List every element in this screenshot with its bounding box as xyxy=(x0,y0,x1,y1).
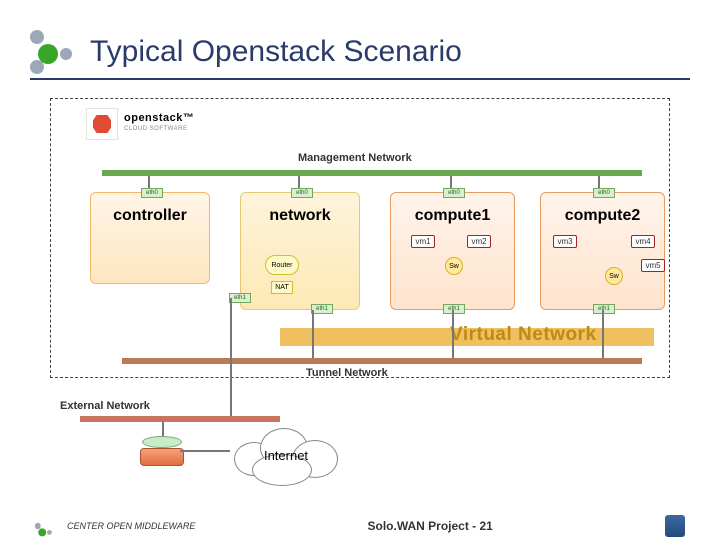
virtual-switch: Sw xyxy=(605,267,623,285)
eth1-port: eth1 xyxy=(443,304,465,314)
eth0-port: eth0 xyxy=(291,188,313,198)
virtual-router: Router xyxy=(265,255,299,275)
footer: CENTER OPEN MIDDLEWARE Solo.WAN Project … xyxy=(0,515,720,537)
nat-box: NAT xyxy=(271,281,293,294)
node-controller: eth0 controller xyxy=(90,192,210,284)
network-title: network xyxy=(241,207,359,225)
external-network-label: External Network xyxy=(60,400,150,412)
management-network-label: Management Network xyxy=(298,152,412,164)
eth0-port: eth0 xyxy=(141,188,163,198)
page-title: Typical Openstack Scenario xyxy=(90,35,462,69)
eth1-port: eth1 xyxy=(229,293,251,303)
page-number: 21 xyxy=(480,519,493,533)
controller-title: controller xyxy=(91,207,209,225)
compute2-title: compute2 xyxy=(541,207,664,225)
molecule-icon xyxy=(35,523,41,529)
vm4: vm4 xyxy=(631,235,655,248)
title-bar: Typical Openstack Scenario xyxy=(30,30,690,80)
physical-router-icon xyxy=(140,436,184,466)
vm5: vm5 xyxy=(641,259,665,272)
footer-center: Solo.WAN Project - 21 xyxy=(367,519,492,533)
eth0-port: eth0 xyxy=(593,188,615,198)
eth0-port: eth0 xyxy=(443,188,465,198)
eth1-port: eth1 xyxy=(593,304,615,314)
openstack-icon xyxy=(86,108,118,140)
vm2: vm2 xyxy=(467,235,491,248)
node-network: eth0 network Router NAT eth1 eth1 xyxy=(240,192,360,310)
internet-cloud: Internet xyxy=(226,420,346,490)
diagram: openstack™ CLOUD SOFTWARE Management Net… xyxy=(50,90,670,500)
footer-left: CENTER OPEN MIDDLEWARE xyxy=(35,518,195,534)
tunnel-network-label: Tunnel Network xyxy=(306,367,388,379)
node-compute1: eth0 compute1 vm1 vm2 Sw eth1 xyxy=(390,192,515,310)
molecule-icon xyxy=(30,30,80,74)
virtual-switch: Sw xyxy=(445,257,463,275)
management-network-bar xyxy=(102,170,642,176)
internet-label: Internet xyxy=(226,448,346,463)
openstack-tagline: CLOUD SOFTWARE xyxy=(124,124,194,135)
node-compute2: eth0 compute2 vm3 vm4 vm5 Sw eth1 xyxy=(540,192,665,310)
tunnel-network-bar xyxy=(122,358,642,364)
upm-badge-icon xyxy=(665,515,685,537)
eth1-port: eth1 xyxy=(311,304,333,314)
vm1: vm1 xyxy=(411,235,435,248)
openstack-logo: openstack™ CLOUD SOFTWARE xyxy=(86,108,194,140)
vm3: vm3 xyxy=(553,235,577,248)
openstack-name: openstack™ xyxy=(124,113,194,124)
compute1-title: compute1 xyxy=(391,207,514,225)
virtual-network-label: Virtual Network xyxy=(450,324,597,346)
footer-left-text: CENTER OPEN MIDDLEWARE xyxy=(67,521,195,531)
